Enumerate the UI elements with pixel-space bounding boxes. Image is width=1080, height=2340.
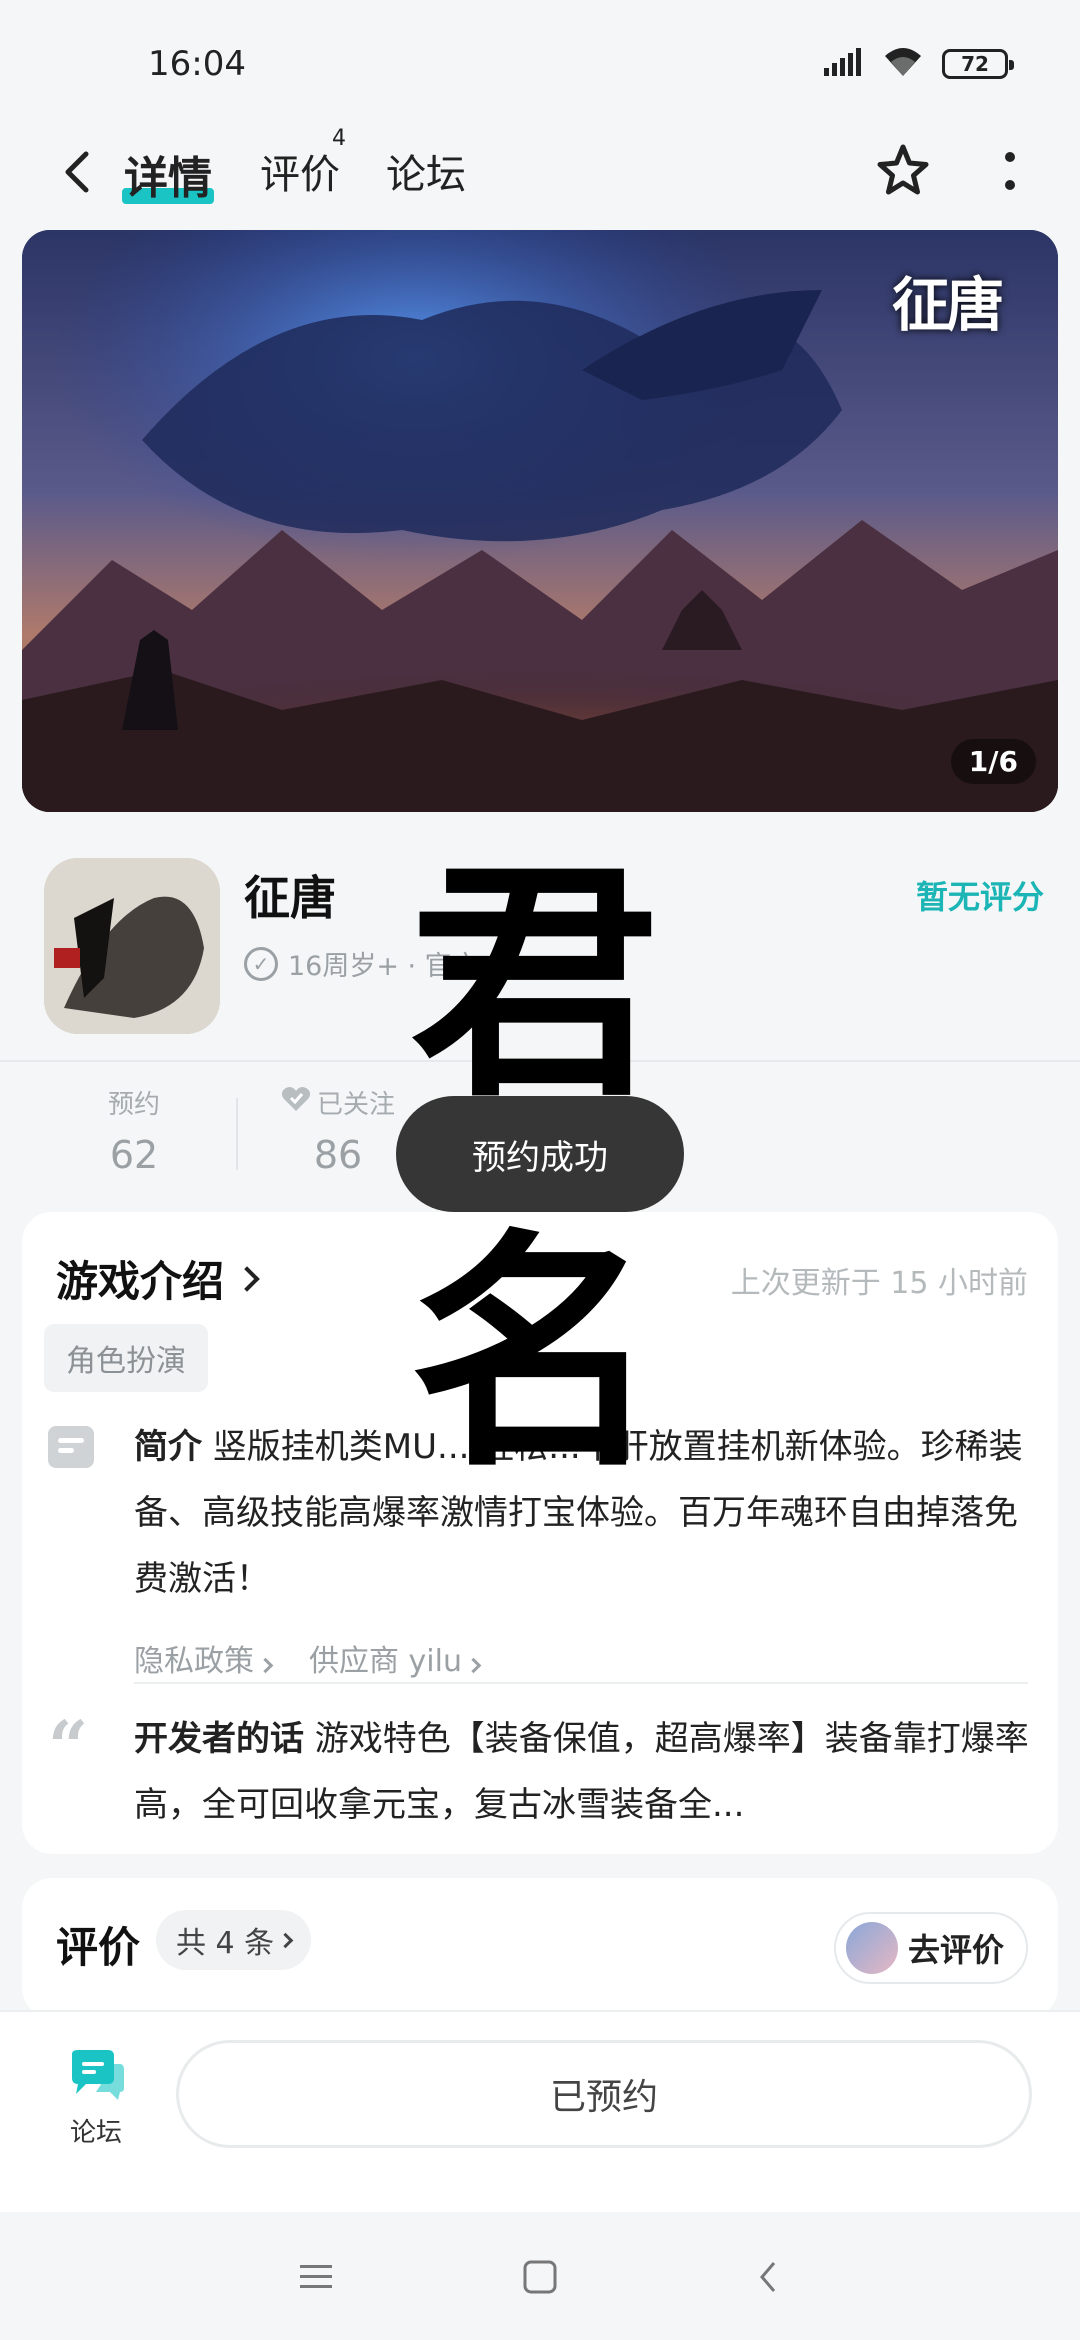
more-options-icon[interactable] [980,134,1040,208]
banner-page-counter: 1/6 [950,739,1036,784]
developer-note[interactable]: 开发者的话 游戏特色【装备保值，超高爆率】装备靠打爆率高，全可回收拿元宝，复古冰… [134,1706,1034,1838]
review-count: 共 4 条 [176,1926,275,1961]
quote-icon: “ [48,1705,89,1788]
write-review-button[interactable]: 去评价 [833,1912,1028,1984]
forum-button[interactable]: 论坛 [56,2048,136,2149]
system-navigation-bar [0,2212,1080,2340]
summary-icon [48,1426,94,1468]
verified-check-icon: ✓ [244,946,278,981]
heart-icon [281,1086,311,1119]
toast-message: 预约成功 [396,1096,684,1212]
status-time: 16:04 [148,44,246,84]
tab-reviews[interactable]: 评价 [260,142,340,200]
top-nav: 详情 评价 4 论坛 [0,120,1080,230]
recent-apps-icon[interactable] [286,2252,346,2302]
game-banner[interactable]: 征唐 1/6 [22,230,1058,812]
stat-value: 62 [109,1133,159,1177]
developer-note-label: 开发者的话 [134,1719,304,1759]
stat-label-row: 已关注 [238,1084,438,1121]
intro-title-text: 游戏介绍 [56,1257,225,1306]
signal-icon [824,48,864,80]
chevron-right-icon [277,1932,294,1948]
stat-label: 预约 [107,1090,160,1120]
reviews-title: 评价 [56,1923,141,1972]
watermark-char: 名 [410,1209,660,1500]
update-time: 上次更新于 15 小时前 [730,1266,1028,1301]
system-back-icon[interactable] [738,2252,798,2302]
divider [134,1682,1028,1684]
avatar [845,1922,898,1974]
chevron-right-icon [465,1657,482,1674]
watermark-char: 君 [410,839,660,1130]
game-title: 征唐 [244,871,336,925]
stat-reservations: 预约 62 [34,1084,234,1177]
reserved-button[interactable]: 已预约 [176,2040,1032,2148]
tab-details[interactable]: 详情 [122,142,214,206]
rating-status: 暂无评分 [915,878,1044,916]
reviews-card: 评价 共 4 条 去评价 [22,1878,1058,2018]
privacy-policy-label: 隐私政策 [134,1644,254,1679]
write-review-label: 去评价 [907,1931,1004,1969]
wifi-icon [882,46,924,82]
status-icons: 72 [824,46,1014,82]
supplier-label: 供应商 yilu [309,1644,462,1679]
review-count-button[interactable]: 共 4 条 [156,1910,312,1970]
game-app-icon [44,858,220,1034]
summary-label: 简介 [134,1427,202,1467]
favorite-star-icon[interactable] [866,134,940,208]
tab-forum[interactable]: 论坛 [386,142,466,200]
bottom-action-bar: 论坛 已预约 [0,2010,1080,2212]
back-icon[interactable] [52,142,102,202]
supplier-link[interactable]: 供应商 yilu [309,1636,482,1680]
chevron-right-icon [234,1265,260,1292]
battery-icon: 72 [942,49,1014,79]
tab-reviews-count: 4 [332,126,346,151]
status-bar: 16:04 72 [0,0,1080,120]
home-icon[interactable] [510,2252,570,2302]
forum-label: 论坛 [69,2118,122,2148]
genre-tag[interactable]: 角色扮演 [44,1324,208,1392]
intro-title[interactable]: 游戏介绍 [56,1248,260,1309]
banner-logo: 征唐 [891,271,1004,339]
stat-label: 已关注 [316,1090,395,1120]
privacy-policy-link[interactable]: 隐私政策 [134,1636,274,1680]
forum-chat-icon [66,2050,126,2106]
chevron-right-icon [257,1657,274,1674]
policy-links: 隐私政策 供应商 yilu [134,1636,482,1680]
